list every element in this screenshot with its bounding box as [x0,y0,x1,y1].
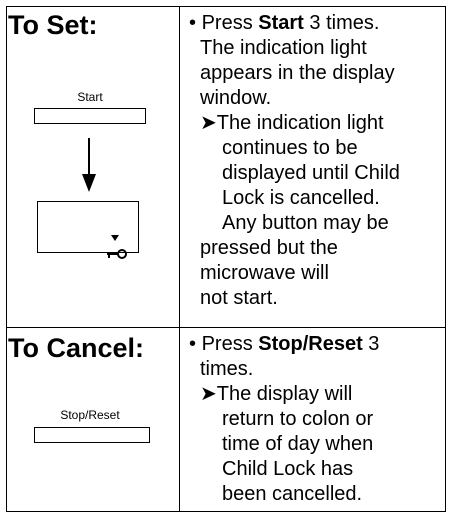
column-divider [179,6,180,512]
to-set-instructions: • Press Start 3 times. The indication li… [189,11,400,311]
cancel-line-6: Child Lock has [222,458,354,480]
set-line-3: appears in the display [200,62,395,84]
set-line-11: microwave will [200,262,329,284]
set-line-10: pressed but the [200,237,338,259]
table-border-right [445,6,446,512]
table-border-top [6,6,446,7]
table-border-bottom [6,511,446,512]
stop-reset-button-label: Stop/Reset [60,408,120,422]
stop-reset-button-diagram [34,427,150,443]
key-icon [107,249,127,259]
display-window-diagram [37,201,139,253]
child-lock-table: To Set: Start • Press Start 3 times. The… [6,6,446,512]
cancel-line-3: ➤The display will [200,383,353,405]
to-set-title: To Set: [8,10,98,40]
arrow-bullet-icon: ➤ [200,383,217,405]
cancel-line-7: been cancelled. [222,483,363,505]
set-line-1: • Press Start 3 times. [189,12,380,34]
indicator-triangle-icon [111,235,119,241]
cancel-line-2: times. [200,358,254,380]
set-line-6: continues to be [222,137,358,159]
set-line-8: Lock is cancelled. [222,187,380,209]
to-cancel-title: To Cancel: [8,333,145,363]
to-cancel-instructions: • Press Stop/Reset 3 times. ➤The display… [189,332,379,507]
down-arrow-icon [82,138,96,192]
set-line-12: not start. [200,287,278,309]
set-line-4: window. [200,87,272,109]
set-line-7: displayed until Child [222,162,400,184]
table-border-left [6,6,7,512]
arrow-bullet-icon: ➤ [200,112,217,134]
row-divider [6,327,446,328]
cancel-line-4: return to colon or [222,408,374,430]
cancel-line-1: • Press Stop/Reset 3 [189,333,380,355]
set-line-5: ➤The indication light [200,112,384,134]
start-button-label: Start [77,90,103,104]
set-line-9: Any button may be [222,212,389,234]
set-line-2: The indication light [200,37,367,59]
cancel-line-5: time of day when [222,433,374,455]
start-button-diagram [34,108,146,124]
